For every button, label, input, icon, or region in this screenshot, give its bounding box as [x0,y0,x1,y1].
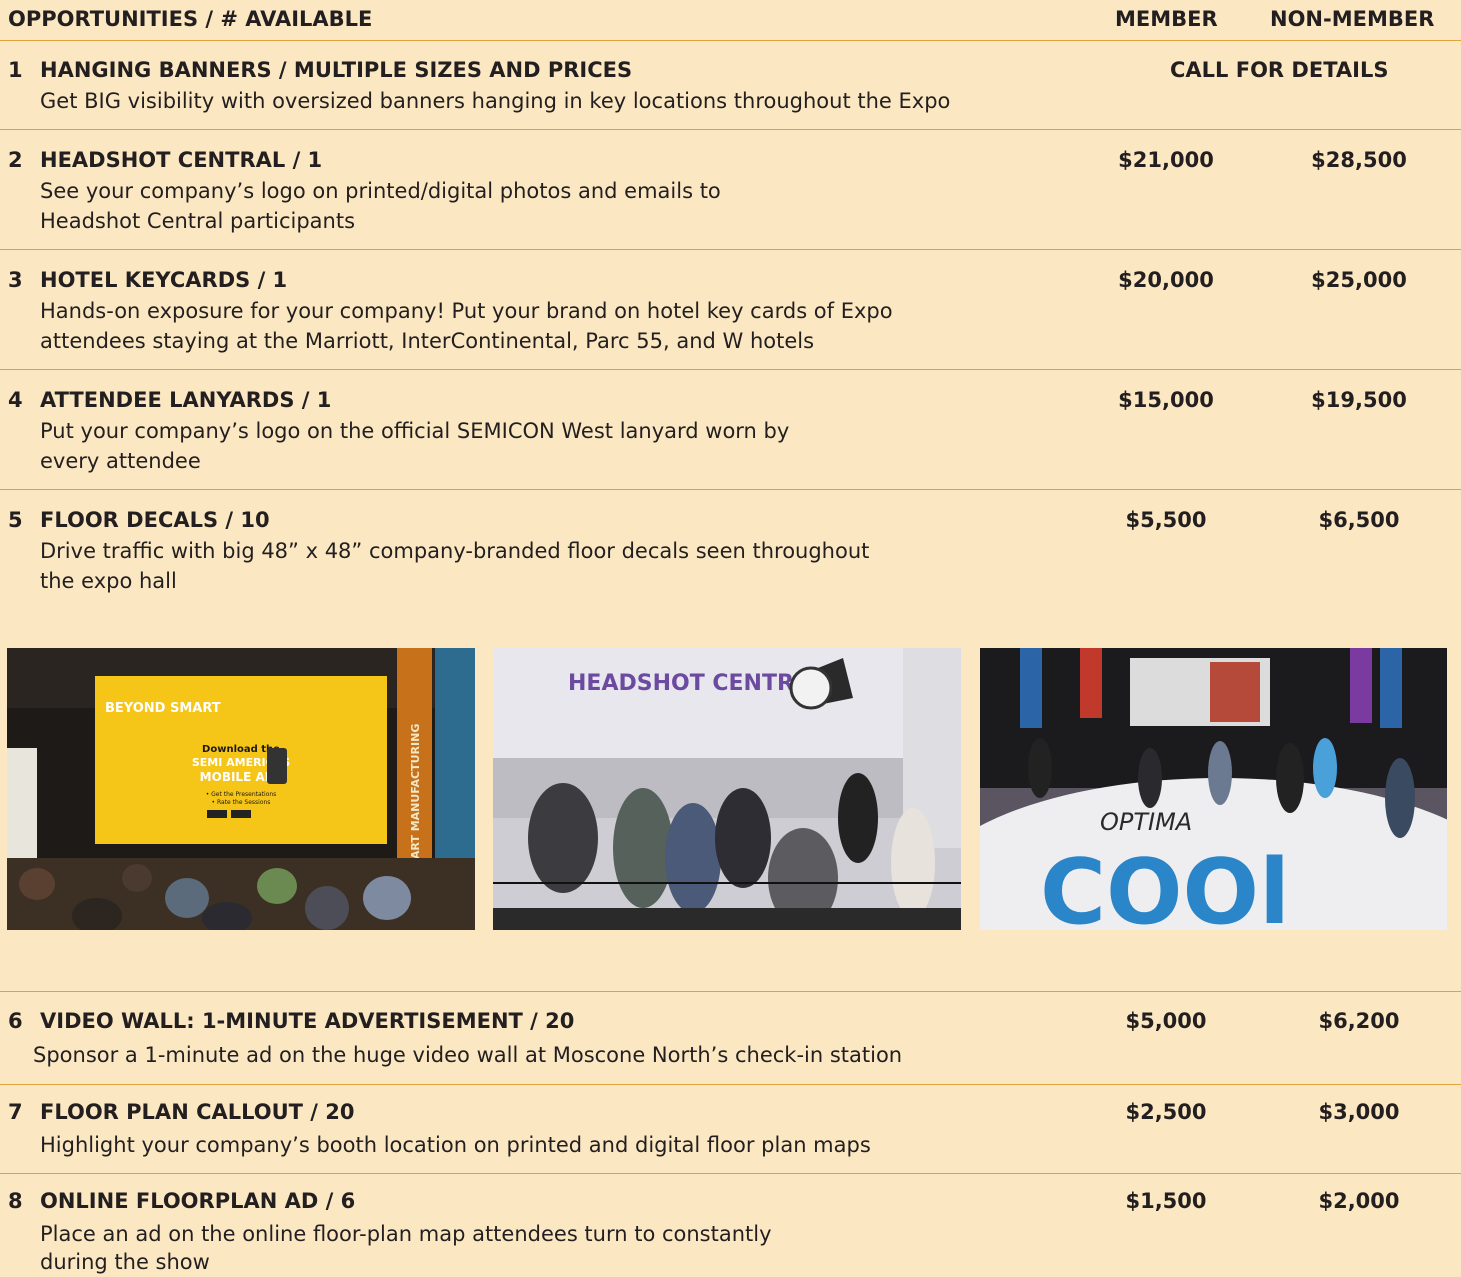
row-price-member: $2,500 [1125,1100,1207,1124]
row-price-nonmember: $25,000 [1311,268,1407,292]
row-description-line1: Hands-on exposure for your company! Put … [40,299,893,323]
row-price-member: $5,000 [1125,1009,1207,1033]
screen-brand: BEYOND SMART [105,701,221,716]
row-description-line1: See your company’s logo on printed/digit… [40,179,721,203]
header-nonmember: NON-MEMBER [1270,7,1435,31]
screen-bullet2: • Rate the Sessions [212,799,271,806]
wall-text: HEADSHOT CENTRAL [568,671,825,696]
row-description: Highlight your company’s booth location … [40,1133,871,1157]
row-number: 7 [8,1100,23,1124]
row-number: 5 [8,508,23,532]
decal-big-text: COOl [1040,840,1290,930]
row-description-line2: during the show [40,1250,210,1274]
banner-text: SMART MANUFACTURING [409,724,422,878]
row-description: Sponsor a 1-minute ad on the huge video … [33,1043,903,1067]
opportunity-row-2: 2 HEADSHOT CENTRAL / 1 See your company’… [0,130,1461,250]
opportunity-row-1: 1 HANGING BANNERS / MULTIPLE SIZES AND P… [0,41,1461,130]
row-description-line1: Place an ad on the online floor-plan map… [40,1222,772,1246]
photo-video-wall: SMART MANUFACTURING BEYOND SMART Downloa… [7,648,475,930]
row-description-line2: attendees staying at the Marriott, Inter… [40,329,815,353]
opportunity-row-4: 4 ATTENDEE LANYARDS / 1 Put your company… [0,370,1461,490]
row-title: VIDEO WALL: 1-MINUTE ADVERTISEMENT / 20 [40,1009,575,1033]
header-member: MEMBER [1115,7,1218,31]
row-title: FLOOR PLAN CALLOUT / 20 [40,1100,355,1124]
row-price-nonmember: $6,200 [1318,1009,1400,1033]
row-price-member: $15,000 [1118,388,1214,412]
row-price-nonmember: $3,000 [1318,1100,1400,1124]
row-number: 8 [8,1189,23,1213]
row-number: 1 [8,58,23,82]
opportunity-row-6: 6 VIDEO WALL: 1-MINUTE ADVERTISEMENT / 2… [0,992,1461,1085]
row-price-nonmember: $2,000 [1318,1189,1400,1213]
row-number: 4 [8,388,23,412]
decal-top-text: OPTIMA [1100,808,1192,836]
opportunity-row-8: 8 ONLINE FLOORPLAN AD / 6 Place an ad on… [0,1174,1461,1276]
row-price-nonmember: $28,500 [1311,148,1407,172]
row-description-line1: Put your company’s logo on the official … [40,419,790,443]
row-number: 6 [8,1009,23,1033]
row-price-nonmember: $6,500 [1318,508,1400,532]
row-description: Get BIG visibility with oversized banner… [40,89,951,113]
row-title: ATTENDEE LANYARDS / 1 [40,388,332,412]
header-opportunities: OPPORTUNITIES / # AVAILABLE [8,7,373,31]
row-price-call: CALL FOR DETAILS [1170,58,1389,82]
row-description-line2: Headshot Central participants [40,209,356,233]
row-price-member: $21,000 [1118,148,1214,172]
opportunity-row-7: 7 FLOOR PLAN CALLOUT / 20 Highlight your… [0,1085,1461,1174]
photo-floor-decal: OPTIMA COOl [980,648,1447,930]
row-title: HOTEL KEYCARDS / 1 [40,268,288,292]
row-price-member: $5,500 [1125,508,1207,532]
row-description-line2: the expo hall [40,569,177,593]
row-price-member: $20,000 [1118,268,1214,292]
row-number: 3 [8,268,23,292]
row-price-member: $1,500 [1125,1189,1207,1213]
photo-headshot-central: HEADSHOT CENTRAL [493,648,961,930]
table-header: OPPORTUNITIES / # AVAILABLE MEMBER NON-M… [0,0,1461,41]
row-number: 2 [8,148,23,172]
row-price-nonmember: $19,500 [1311,388,1407,412]
row-title: ONLINE FLOORPLAN AD / 6 [40,1189,356,1213]
opportunity-row-3: 3 HOTEL KEYCARDS / 1 Hands-on exposure f… [0,250,1461,370]
screen-bullet1: • Get the Presentations [206,791,277,798]
row-description-line2: every attendee [40,449,201,473]
row-title: HANGING BANNERS / MULTIPLE SIZES AND PRI… [40,58,633,82]
row-description-line1: Drive traffic with big 48” x 48” company… [40,539,870,563]
row-title: HEADSHOT CENTRAL / 1 [40,148,323,172]
opportunity-row-5: 5 FLOOR DECALS / 10 Drive traffic with b… [0,490,1461,609]
row-title: FLOOR DECALS / 10 [40,508,270,532]
